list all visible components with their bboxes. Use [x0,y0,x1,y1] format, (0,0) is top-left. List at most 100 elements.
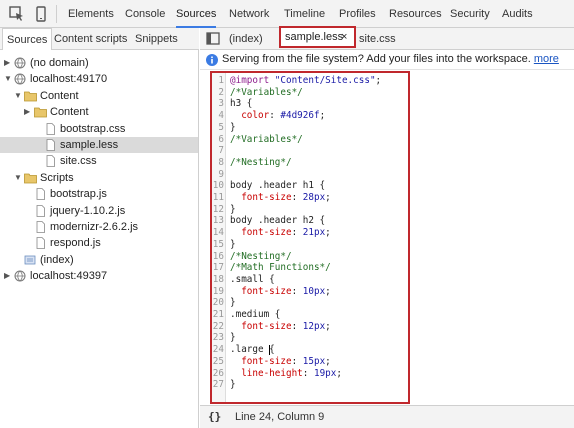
code-token: 21px [302,227,326,239]
toggle-navigator-icon[interactable] [204,30,222,48]
code-line: 25 font-size: 15px; [212,356,408,368]
device-mode-icon[interactable] [32,5,50,23]
code-token: } [230,379,236,391]
chevron-down-icon[interactable]: ▼ [14,88,22,104]
code-token: font-size [230,227,292,239]
line-number: 27 [212,379,224,391]
code-token: } [230,297,236,309]
tab-elements[interactable]: Elements [68,0,114,28]
tree-item-label: bootstrap.js [50,188,107,201]
code-token: h3 { [230,98,253,110]
tree-item[interactable]: ▼ Content [0,88,198,104]
code-text: .small { [230,274,275,286]
file-icon [34,221,47,233]
file-icon [44,155,57,168]
code-line: 22 font-size: 12px; [212,321,408,333]
cursor-position: Line 24, Column 9 [235,411,325,423]
tree-item[interactable]: modernizr-2.6.2.js [0,219,198,235]
nav-tab-sources[interactable]: Sources [2,28,53,50]
tree-item[interactable]: bootstrap.css [0,121,198,137]
editor-tab-sample-less[interactable]: sample.less × [279,26,356,48]
tree-item[interactable]: site.css [0,153,198,169]
code-text: font-size: 21px; [230,227,331,239]
tab-timeline[interactable]: Timeline [284,0,325,28]
code-token: ; [325,320,331,332]
code-token: } [230,203,236,215]
chevron-right-icon[interactable]: ▶ [24,104,32,120]
chevron-right-icon[interactable]: ▶ [4,55,12,71]
editor-tab-index[interactable]: (index) [229,28,263,50]
code-line: 7 [212,145,408,157]
line-number: 10 [212,180,224,192]
line-number: 8 [218,156,224,168]
code-token: font-size [230,285,292,297]
inspect-element-icon[interactable] [8,5,26,23]
tree-item[interactable]: jquery-1.10.2.js [0,203,198,219]
tree-item[interactable]: ▶ Content [0,104,198,120]
code-token: .medium { [230,309,281,320]
code-editor[interactable]: 1 @import "Content/Site.css"; 2 /*Variables… [210,71,410,404]
code-line: 6 /*Variables*/ [212,134,408,146]
code-token: ; [325,192,331,203]
code-text: font-size: 12px; [230,321,331,333]
tree-item-label: localhost:49170 [30,73,108,86]
tab-security[interactable]: Security [450,0,490,28]
chevron-right-icon[interactable]: ▶ [4,268,12,284]
tab-sources[interactable]: Sources [176,0,217,28]
pretty-print-button[interactable]: {} [208,410,221,423]
code-token: 10px [302,285,326,297]
chevron-down-icon[interactable]: ▼ [14,170,22,186]
code-token: : [291,192,303,203]
code-line: 19 font-size: 10px; [212,286,408,298]
code-token: ; [319,110,326,122]
tree-item-label: Scripts [40,171,74,184]
code-token: : [291,355,303,367]
tree-item[interactable]: bootstrap.js [0,186,198,202]
code-line: 16 /*Nesting*/ [212,251,408,263]
code-text: .medium { [230,309,280,321]
tab-network[interactable]: Network [229,0,269,28]
tree-item[interactable]: ▼ Scripts [0,170,198,186]
close-tab-icon[interactable]: × [341,28,347,46]
chevron-down-icon[interactable]: ▼ [4,71,12,87]
tab-resources[interactable]: Resources [389,0,442,28]
cloud-icon [14,57,27,69]
tree-item[interactable]: (index) [0,252,198,268]
code-text: } [230,239,236,251]
code-line: 23} [212,332,408,344]
tab-console[interactable]: Console [125,0,165,28]
editor-tab-site-css[interactable]: site.css [359,28,396,50]
file-icon [44,122,57,135]
toolbar-divider [56,5,57,23]
code-line: 3 h3 { [212,98,408,110]
navigator-tabs: Sources Content scripts Snippets [0,28,199,50]
line-number: 16 [212,250,224,262]
line-number: 7 [218,145,224,157]
tree-item[interactable]: ▶ localhost:49397 [0,268,198,284]
tree-item[interactable]: sample.less [0,137,198,153]
code-token: : [302,367,314,379]
line-number: 20 [212,297,224,309]
code-token: ; [375,75,382,86]
tree-item[interactable]: ▼ localhost:49170 [0,71,198,87]
code-token: /*Variables*/ [230,133,303,145]
code-line: 18 .small { [212,274,408,286]
workspace-infobar: Serving from the file system? Add your f… [200,50,574,70]
infobar-more-link[interactable]: more [534,53,559,65]
tree-item[interactable]: ▶ (no domain) [0,55,198,71]
file-icon [34,237,47,250]
line-number: 4 [218,110,224,122]
tree-item[interactable]: respond.js [0,235,198,251]
code-token: .large { [230,344,275,356]
code-line: 21 .medium { [212,309,408,321]
line-number: 24 [212,344,224,356]
code-token: 19px [313,367,337,379]
tab-audits[interactable]: Audits [502,0,533,28]
code-line: 5} [212,122,408,134]
code-text: .large { [230,344,275,356]
nav-tab-snippets[interactable]: Snippets [135,28,178,50]
code-line: 9 [212,169,408,181]
code-text: } [230,332,236,344]
nav-tab-content-scripts[interactable]: Content scripts [54,28,127,50]
tab-profiles[interactable]: Profiles [339,0,376,28]
